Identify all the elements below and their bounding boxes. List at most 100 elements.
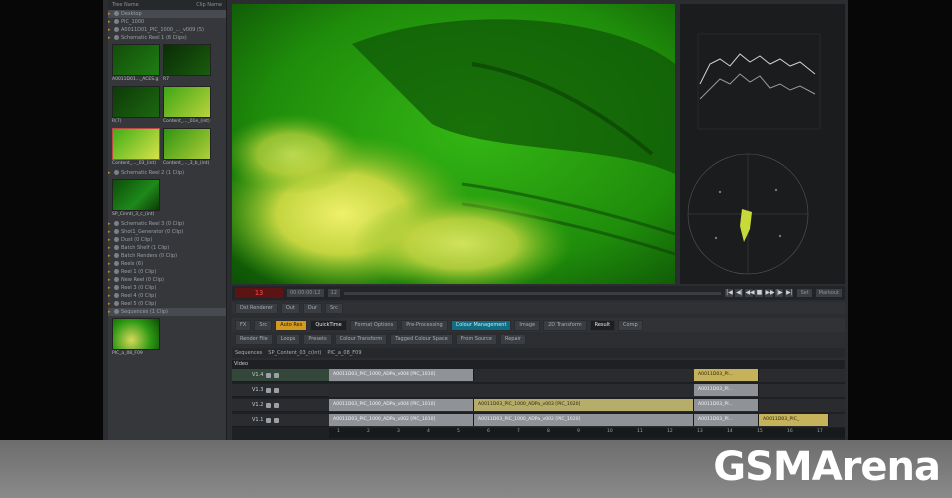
timeline-clip[interactable]: A0011D03_PI... <box>694 414 759 426</box>
pipeline-tab[interactable]: QuickTime <box>310 319 347 331</box>
options-field[interactable]: Loops <box>275 334 301 345</box>
tree-row[interactable]: ▸ Shot1_Generator (0 Clip) <box>108 228 226 236</box>
ruler-tick-label: 10 <box>607 429 613 434</box>
tree-row[interactable]: ▸ Reel 3 (0 Clip) <box>108 284 226 292</box>
tree-row[interactable]: ▸ Dust (0 Clip) <box>108 236 226 244</box>
lock-icon[interactable] <box>274 387 280 393</box>
clip-thumbnail[interactable]: R(7) <box>112 86 160 125</box>
bin-header: Tree Name Clip Name <box>108 0 226 10</box>
timeline-clip[interactable]: A0011D03_PIC_1000_ADPa_v004 [PIC_1010] <box>329 369 474 381</box>
pipeline-tab[interactable]: Pre-Processing <box>401 319 448 331</box>
set-button[interactable]: Set <box>797 289 812 297</box>
eye-icon[interactable] <box>266 387 272 393</box>
clip-image <box>112 128 160 160</box>
clip-thumbnail[interactable]: Content_..._01e_(int) <box>163 86 211 125</box>
transport-control-button[interactable]: |◀ <box>725 289 734 297</box>
options-field[interactable]: Render File <box>235 334 273 345</box>
timeline[interactable]: Video V1.4 V1.3 V1.2 V1.1 A0011D03_PIC_1000_… <box>232 360 845 440</box>
ruler-tick-label: 17 <box>817 429 823 434</box>
render-bar-field[interactable]: Src <box>324 302 343 314</box>
transport-control-button[interactable]: ◀| <box>735 289 744 297</box>
clip-thumbnail[interactable]: Content_..._3_b_(int) <box>163 128 211 167</box>
tree-row[interactable]: ▸ Reel 4 (0 Clip) <box>108 292 226 300</box>
transport-control-button[interactable]: |▶ <box>775 289 784 297</box>
tree-row[interactable]: ▸ Sequences (1 Clip) <box>108 308 226 316</box>
options-field[interactable]: Tagged Colour Space <box>390 334 453 345</box>
lock-icon[interactable] <box>274 417 280 423</box>
clip-thumbnail[interactable]: Content_..._03_(int) <box>112 128 160 167</box>
timeline-clip[interactable]: A0011D03_PI... <box>694 369 759 381</box>
tree-row[interactable]: ▸ Batch Shelf (1 Clip) <box>108 244 226 252</box>
eye-icon[interactable] <box>266 417 272 423</box>
tree-row[interactable]: ▸ Reel 1 (0 Clip) <box>108 268 226 276</box>
timeline-clip[interactable]: A0011D03_PI... <box>694 399 759 411</box>
track-header[interactable]: V1.2 <box>232 399 329 412</box>
tree-row[interactable]: ▸ PIC_1000 <box>108 18 226 26</box>
options-field[interactable]: Presets <box>303 334 332 345</box>
render-bar-field[interactable]: Out <box>280 302 300 314</box>
track-header[interactable]: V1.3 <box>232 384 329 397</box>
pipeline-tab[interactable]: Src <box>254 319 273 331</box>
eye-icon[interactable] <box>266 402 272 408</box>
render-bar-field[interactable]: Dst Renderer <box>235 302 278 314</box>
timeline-clip[interactable]: A0011D03_PIC_1000_ADPa_v002 [PIC_1010] <box>329 414 474 426</box>
render-bar-field[interactable]: Dur <box>302 302 322 314</box>
pipeline-tab[interactable]: FX <box>235 319 252 331</box>
folder-icon <box>114 19 119 24</box>
lock-icon[interactable] <box>274 402 280 408</box>
scrub-bar[interactable] <box>343 291 722 295</box>
pipeline-tab[interactable]: Image <box>514 319 541 331</box>
transport-control-button[interactable]: ◀◀ <box>745 289 755 297</box>
options-field[interactable]: Repair <box>499 334 526 345</box>
timeline-ruler[interactable]: 1 2 3 4 5 6 7 8 9 10 11 12 13 14 15 16 17 <box>329 428 845 438</box>
transport-control-button[interactable]: ▶▶ <box>765 289 775 297</box>
pipeline-tab[interactable]: Comp <box>618 319 643 331</box>
options-field[interactable]: From Source <box>455 334 497 345</box>
player-viewer[interactable] <box>232 4 675 284</box>
flame-app-window: Tree Name Clip Name ▸ Desktop ▸ PIC_1000 ▸ A0… <box>103 0 848 440</box>
tree-row[interactable]: ▸ Schematic Reel 2 (1 Clip) <box>108 169 226 177</box>
track-lane[interactable] <box>329 384 845 397</box>
clip-thumbnail[interactable]: PIC_a_08_F09 <box>112 318 160 357</box>
track-label: V1.2 <box>252 402 264 408</box>
tree-row[interactable]: ▸ Batch Renders (0 Clip) <box>108 252 226 260</box>
transport-control-button[interactable]: ■ <box>755 289 764 297</box>
ruler-tick-label: 5 <box>457 429 460 434</box>
breadcrumb-item[interactable]: Sequences <box>235 350 262 356</box>
transport-control-button[interactable]: ▶| <box>785 289 794 297</box>
track-header[interactable]: V1.4 <box>232 369 329 382</box>
frame-field[interactable]: 12 <box>327 289 340 297</box>
lock-icon[interactable] <box>274 372 280 378</box>
pipeline-tab[interactable]: Result <box>589 319 616 331</box>
pipeline-tab[interactable]: Format Options <box>349 319 399 331</box>
tree-row-label: Dust (0 Clip) <box>121 237 153 243</box>
timeline-clip[interactable]: A0011D03_PI... <box>694 384 759 396</box>
breadcrumb-item[interactable]: PIC_a_08_F09 <box>327 350 361 356</box>
tree-row[interactable]: ▸ Schematic Reel 3 (0 Clip) <box>108 220 226 228</box>
tree-row[interactable]: ▸ Desktop <box>108 10 226 18</box>
tree-row[interactable]: ▸ Reel 5 (0 Clip) <box>108 300 226 308</box>
timeline-clip[interactable]: A0011D03_PIC_1000_ADPa_v002 [PIC_1020] <box>474 414 694 426</box>
tree-row[interactable]: ▸ Reels (6) <box>108 260 226 268</box>
pipeline-tab[interactable]: Colour Management <box>450 319 512 331</box>
clip-caption: Content_..._3_b_(int) <box>163 161 210 166</box>
timecode-display[interactable]: 13 <box>235 288 283 298</box>
pipeline-tab[interactable]: Auto Res <box>275 319 308 331</box>
clip-caption: PIC_a_08_F09 <box>112 351 143 356</box>
tree-row[interactable]: ▸ A0011D01_PIC_1000_..._v009 (5) <box>108 26 226 34</box>
timeline-clip[interactable]: A0011D03_PIC_ <box>759 414 829 426</box>
clip-thumbnail[interactable]: SP_Cinnti_3_c_(int) <box>112 179 160 218</box>
breadcrumb-item[interactable]: SP_Content_03_c(int) <box>268 350 321 356</box>
options-field[interactable]: Colour Transform <box>334 334 388 345</box>
position-field[interactable]: 00:00:00:12 <box>287 289 324 297</box>
pipeline-tab[interactable]: 2D Transform <box>543 319 587 331</box>
tree-row[interactable]: ▸ Schematic Reel 1 (6 Clips) <box>108 34 226 42</box>
markout-field[interactable]: Markout <box>815 289 842 297</box>
track-header[interactable]: V1.1 <box>232 414 329 427</box>
tree-row[interactable]: ▸ New Reel (0 Clip) <box>108 276 226 284</box>
timeline-clip[interactable]: A0011D03_PIC_1000_ADPa_v003 [PIC_1020] <box>474 399 694 411</box>
clip-thumbnail[interactable]: R7 <box>163 44 211 83</box>
timeline-clip[interactable]: A0011D03_PIC_1000_ADPa_v004 [PIC_1010] <box>329 399 474 411</box>
eye-icon[interactable] <box>266 372 272 378</box>
clip-thumbnail[interactable]: A0011D01..._ACES.g <box>112 44 160 83</box>
